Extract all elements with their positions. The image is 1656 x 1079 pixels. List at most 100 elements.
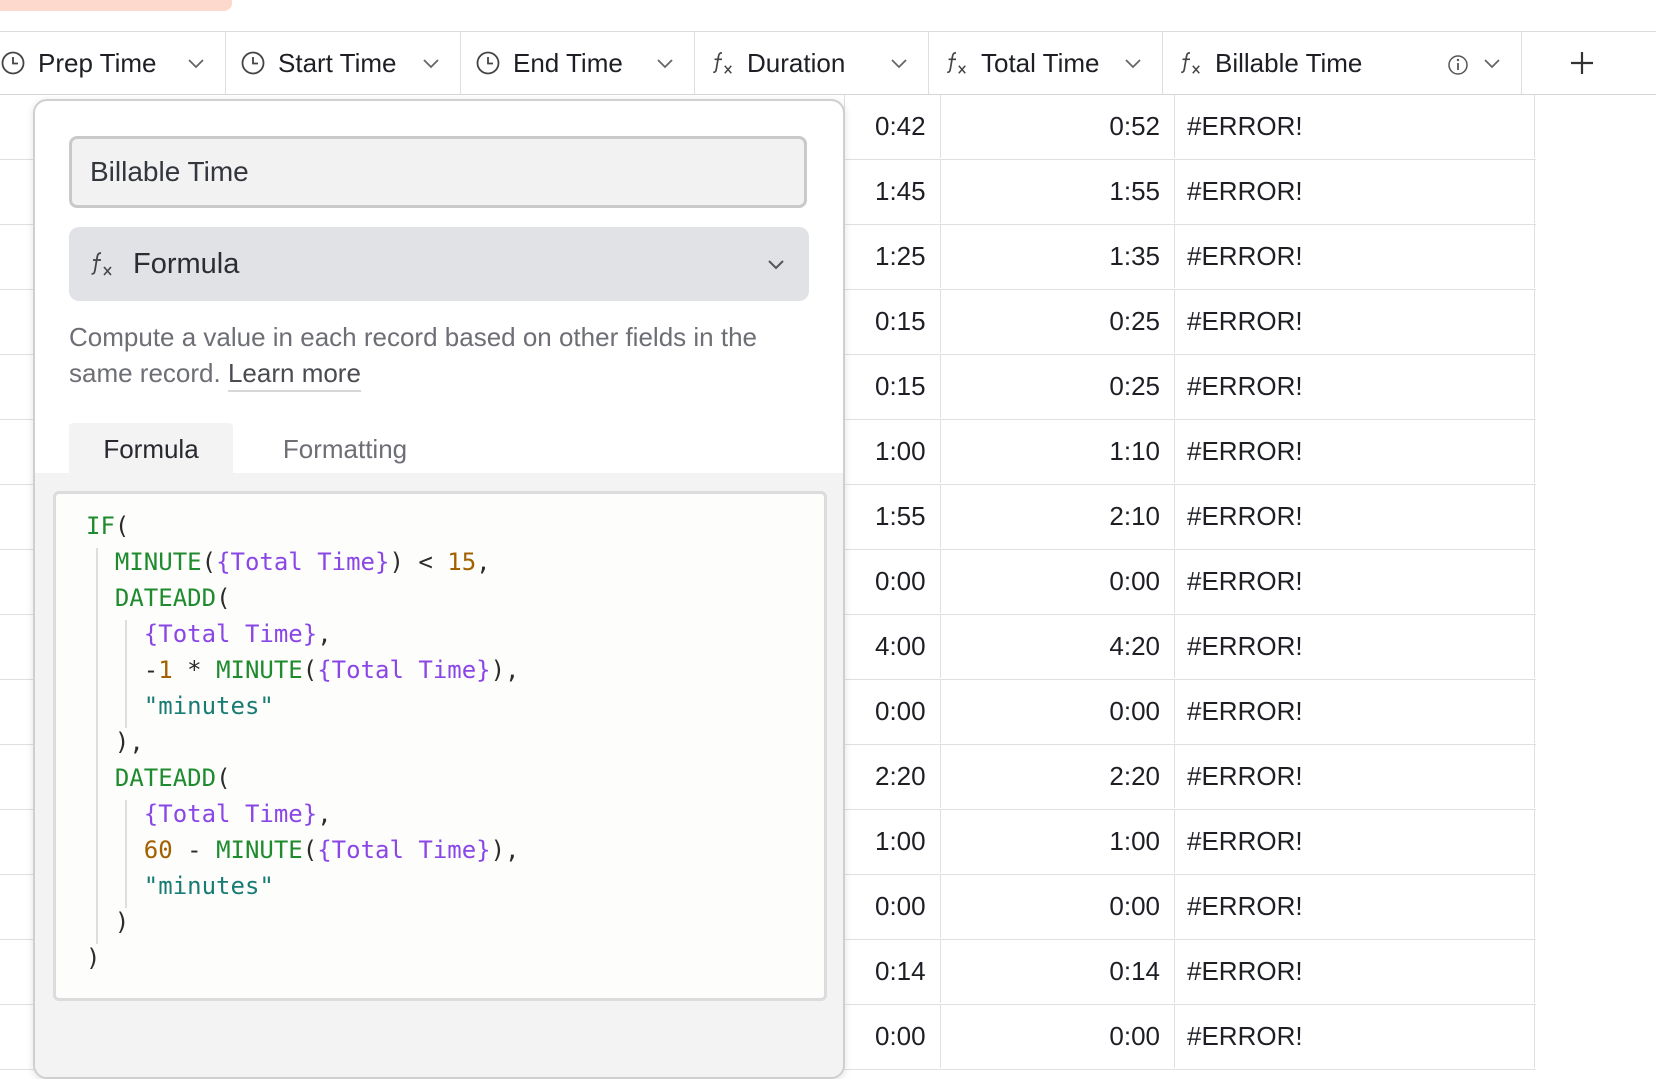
column-header-start-time[interactable]: Start Time [226, 32, 461, 94]
cell-total-time[interactable]: 0:14 [941, 940, 1175, 1003]
formula-token: - [143, 656, 159, 684]
cell-duration[interactable]: 0:15 [845, 290, 941, 353]
formula-token: ) [86, 944, 101, 972]
cell-total-time[interactable]: 0:25 [941, 290, 1175, 353]
cell-total-time[interactable]: 2:10 [941, 485, 1175, 548]
formula-line: {Total Time}, [86, 616, 520, 652]
formula-line: IF( [86, 508, 520, 544]
chevron-down-icon[interactable] [185, 50, 207, 72]
cell-duration[interactable]: 0:14 [845, 940, 941, 1003]
cell-billable-time[interactable]: #ERROR! [1175, 615, 1535, 678]
tab-formula[interactable]: Formula [69, 423, 233, 475]
cell-duration[interactable]: 1:00 [845, 810, 941, 873]
cell-total-time[interactable]: 0:52 [941, 95, 1175, 158]
cell-billable-time[interactable]: #ERROR! [1175, 550, 1535, 613]
cell-total-time[interactable]: 1:55 [941, 160, 1175, 223]
chevron-down-icon[interactable] [888, 50, 910, 72]
formula-line: "minutes" [86, 688, 520, 724]
formula-editor[interactable]: IF( MINUTE({Total Time}) < 15, DATEADD( … [53, 491, 827, 1001]
chevron-down-icon[interactable] [1122, 50, 1144, 72]
clock-icon [240, 50, 266, 76]
cell-billable-time[interactable]: #ERROR! [1175, 1005, 1535, 1068]
cell-billable-time[interactable]: #ERROR! [1175, 225, 1535, 288]
formula-token [86, 764, 115, 792]
column-header-end-time[interactable]: End Time [461, 32, 695, 94]
cell-billable-time[interactable]: #ERROR! [1175, 485, 1535, 548]
field-type-select[interactable]: Formula [69, 227, 809, 301]
formula-token: MINUTE [216, 656, 303, 684]
formula-token: ), [490, 656, 520, 684]
column-header-label: Prep Time [38, 47, 157, 78]
formula-token: - [172, 836, 217, 864]
formula-token: MINUTE [114, 548, 202, 576]
cell-billable-time[interactable]: #ERROR! [1175, 160, 1535, 223]
field-name-input[interactable] [69, 136, 807, 208]
column-header-label: End Time [513, 47, 623, 78]
column-header-prep-time[interactable]: Prep Time [0, 32, 226, 94]
formula-token: {Total Time} [216, 548, 390, 576]
cell-duration[interactable]: 0:00 [845, 875, 941, 938]
formula-line: "minutes" [86, 868, 520, 904]
cell-duration[interactable]: 0:00 [845, 550, 941, 613]
cell-duration[interactable]: 4:00 [845, 615, 941, 678]
formula-token: {Total Time} [143, 800, 318, 828]
cell-total-time[interactable]: 2:20 [941, 745, 1175, 808]
info-icon[interactable] [1447, 52, 1469, 75]
cell-duration[interactable]: 1:45 [845, 160, 941, 223]
column-header-total-time[interactable]: Total Time [929, 32, 1163, 94]
formula-token: 15 [447, 548, 477, 576]
cell-billable-time[interactable]: #ERROR! [1175, 745, 1535, 808]
cell-duration[interactable]: 2:20 [845, 745, 941, 808]
cell-billable-time[interactable]: #ERROR! [1175, 940, 1535, 1003]
add-column-button[interactable] [1522, 32, 1642, 94]
cell-total-time[interactable]: 1:35 [941, 225, 1175, 288]
cell-duration[interactable]: 0:15 [845, 355, 941, 418]
column-header-billable-time[interactable]: Billable Time [1163, 32, 1522, 94]
cell-total-time[interactable]: 1:00 [941, 810, 1175, 873]
column-header-duration[interactable]: Duration [695, 32, 929, 94]
cell-billable-time[interactable]: #ERROR! [1175, 420, 1535, 483]
formula-token: ) [114, 908, 130, 936]
cell-duration[interactable]: 1:25 [845, 225, 941, 288]
learn-more-link[interactable]: Learn more [227, 358, 361, 392]
cell-total-time[interactable]: 0:00 [941, 1005, 1175, 1068]
formula-token: ( [216, 764, 231, 792]
formula-icon [709, 50, 735, 76]
formula-icon [943, 50, 969, 76]
cell-total-time[interactable]: 4:20 [941, 615, 1175, 678]
cell-duration[interactable]: 0:00 [845, 680, 941, 743]
clock-icon [0, 50, 26, 76]
cell-total-time[interactable]: 0:00 [941, 550, 1175, 613]
cell-billable-time[interactable]: #ERROR! [1175, 680, 1535, 743]
formula-token [86, 656, 144, 684]
cell-duration[interactable]: 1:55 [845, 485, 941, 548]
cell-total-time[interactable]: 0:00 [941, 680, 1175, 743]
formula-token: ) < [389, 548, 448, 576]
chevron-down-icon[interactable] [654, 50, 676, 72]
cell-duration[interactable]: 1:00 [845, 420, 941, 483]
field-type-label: Formula [133, 247, 240, 280]
chevron-down-icon[interactable] [1481, 50, 1503, 72]
cell-billable-time[interactable]: #ERROR! [1175, 290, 1535, 353]
cell-billable-time[interactable]: #ERROR! [1175, 875, 1535, 938]
column-header-row: Prep Time Start Time End Time Duration Total… [0, 32, 1656, 95]
cell-total-time[interactable]: 0:25 [941, 355, 1175, 418]
formula-line: {Total Time}, [86, 796, 520, 832]
cell-billable-time[interactable]: #ERROR! [1175, 810, 1535, 873]
cell-total-time[interactable]: 1:10 [941, 420, 1175, 483]
formula-token: MINUTE [216, 836, 303, 864]
cell-billable-time[interactable]: #ERROR! [1175, 355, 1535, 418]
formula-token: 1 [158, 656, 173, 684]
clock-icon [475, 50, 501, 76]
cell-billable-time[interactable]: #ERROR! [1175, 95, 1535, 158]
formula-token: , [317, 620, 332, 648]
tab-formatting[interactable]: Formatting [255, 423, 435, 475]
toolbar-button[interactable] [0, 0, 232, 11]
cell-duration[interactable]: 0:00 [845, 1005, 941, 1068]
chevron-down-icon[interactable] [420, 50, 442, 72]
cell-duration[interactable]: 0:42 [845, 95, 941, 158]
formula-token: ( [302, 656, 318, 684]
field-type-description: Compute a value in each record based on … [69, 319, 809, 392]
cell-total-time[interactable]: 0:00 [941, 875, 1175, 938]
formula-line: 60 - MINUTE({Total Time}), [86, 832, 520, 868]
